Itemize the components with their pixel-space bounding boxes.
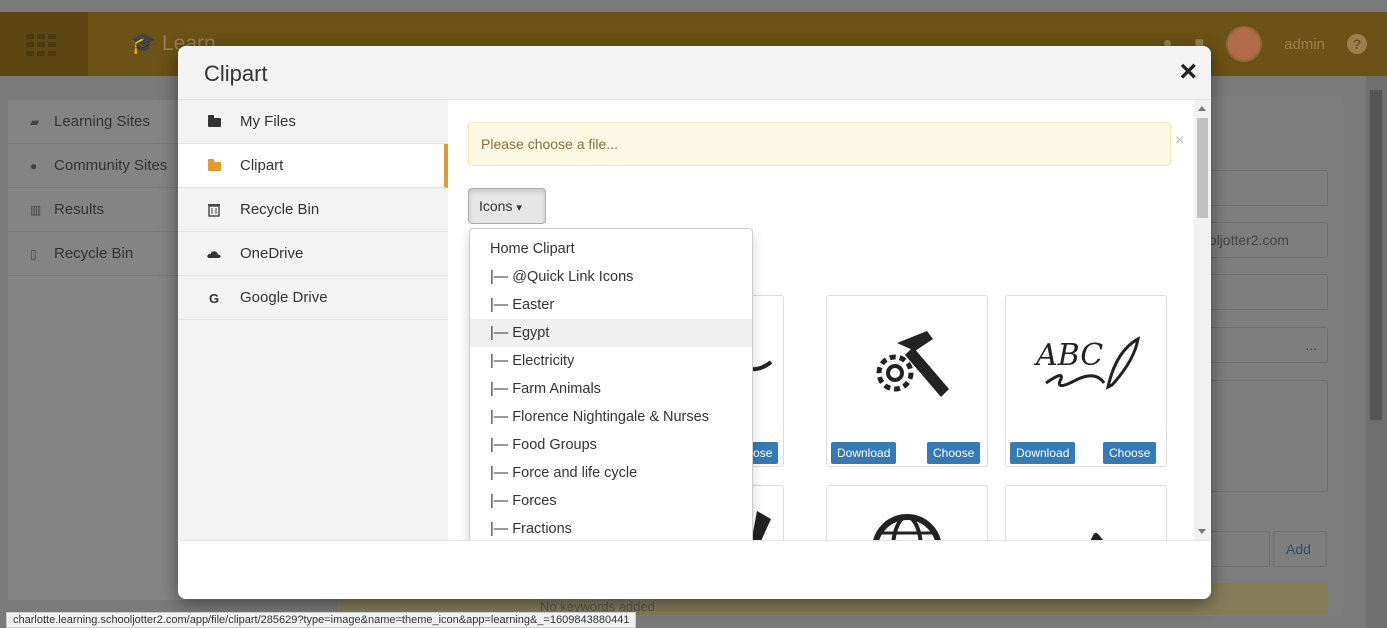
download-button[interactable]: Download xyxy=(831,442,897,464)
modal-sidebar: My Files Clipart Recycle Bin OneDrive G … xyxy=(178,100,448,540)
caret-down-icon: ▾ xyxy=(516,202,522,214)
trash-icon: ▯ xyxy=(30,246,37,261)
graduation-cap-icon: 🎓 xyxy=(130,32,157,55)
abc-text: ABC xyxy=(1033,338,1103,373)
alert-close-button[interactable]: × xyxy=(1175,132,1184,150)
mountains-icon xyxy=(1006,486,1166,540)
help-icon[interactable]: ? xyxy=(1347,34,1367,54)
user-label[interactable]: admin xyxy=(1284,36,1325,53)
choose-button[interactable]: Choose xyxy=(1103,442,1157,464)
avatar[interactable] xyxy=(1226,26,1263,62)
sidebar-item-clipart[interactable]: Clipart xyxy=(178,144,448,188)
status-bar-url: charlotte.learning.schooljotter2.com/app… xyxy=(6,612,637,628)
folder-icon xyxy=(206,158,222,174)
apps-menu-button[interactable] xyxy=(0,12,88,76)
category-dropdown-menu: Home Clipart |— @Quick Link Icons |— Easte… xyxy=(469,228,753,540)
globe-icon: ● xyxy=(30,158,38,173)
dropdown-item[interactable]: |— Farm Animals xyxy=(470,375,752,403)
trash-icon xyxy=(206,202,222,218)
dropdown-item[interactable]: |— Forces xyxy=(470,487,752,515)
sidebar-item-onedrive[interactable]: OneDrive xyxy=(178,232,448,276)
dropdown-item[interactable]: |— Food Groups xyxy=(470,431,752,459)
dropdown-item[interactable]: |— Force and life cycle xyxy=(470,459,752,487)
download-button[interactable]: Download xyxy=(1010,442,1076,464)
scroll-down-icon[interactable] xyxy=(1198,529,1206,534)
folder-icon xyxy=(206,114,222,130)
close-button[interactable]: × xyxy=(1179,57,1197,87)
modal-header: Clipart × xyxy=(178,46,1211,100)
bg-add-button[interactable]: Add xyxy=(1273,531,1327,567)
modal-footer xyxy=(178,540,1211,599)
modal-content: Please choose a file... × Icons ▾ Choose xyxy=(448,100,1211,540)
scroll-up-icon[interactable] xyxy=(1198,106,1206,111)
abc-writing-icon: ABC xyxy=(1006,296,1166,436)
scrollbar-thumb[interactable] xyxy=(1197,118,1208,218)
sidebar-item-recycle-bin[interactable]: Recycle Bin xyxy=(178,188,448,232)
choose-button[interactable]: Choose xyxy=(927,442,981,464)
sidebar-item-my-files[interactable]: My Files xyxy=(178,100,448,144)
clipart-card xyxy=(1005,485,1167,540)
modal-title: Clipart xyxy=(204,61,268,86)
clipart-card: ABC Download Choose xyxy=(1005,295,1167,467)
clipart-card xyxy=(826,485,988,540)
category-dropdown-button[interactable]: Icons ▾ xyxy=(468,188,546,224)
dropdown-item[interactable]: |— Florence Nightingale & Nurses xyxy=(470,403,752,431)
grid-icon xyxy=(26,34,56,56)
page-scrollbar[interactable] xyxy=(1366,76,1387,628)
dropdown-item[interactable]: |— Egypt xyxy=(470,319,752,347)
bar-chart-icon: ▥ xyxy=(30,202,42,217)
dropdown-item[interactable]: Home Clipart xyxy=(470,235,752,263)
book-icon: ▰ xyxy=(30,114,40,129)
sidebar-item-google-drive[interactable]: G Google Drive xyxy=(178,276,448,320)
dropdown-item[interactable]: |— Electricity xyxy=(470,347,752,375)
cloud-icon xyxy=(206,246,222,262)
tools-icon xyxy=(827,296,987,436)
dropdown-item[interactable]: |— @Quick Link Icons xyxy=(470,263,752,291)
dropdown-item[interactable]: |— Easter xyxy=(470,291,752,319)
globe-icon xyxy=(827,486,987,540)
content-scrollbar[interactable] xyxy=(1194,100,1211,540)
dropdown-item[interactable]: |— Fractions xyxy=(470,515,752,540)
clipart-modal: Clipart × My Files Clipart Recycle Bin O… xyxy=(178,46,1211,599)
choose-file-alert: Please choose a file... xyxy=(468,122,1171,166)
clipart-card: Download Choose xyxy=(826,295,988,467)
google-icon: G xyxy=(208,290,220,306)
